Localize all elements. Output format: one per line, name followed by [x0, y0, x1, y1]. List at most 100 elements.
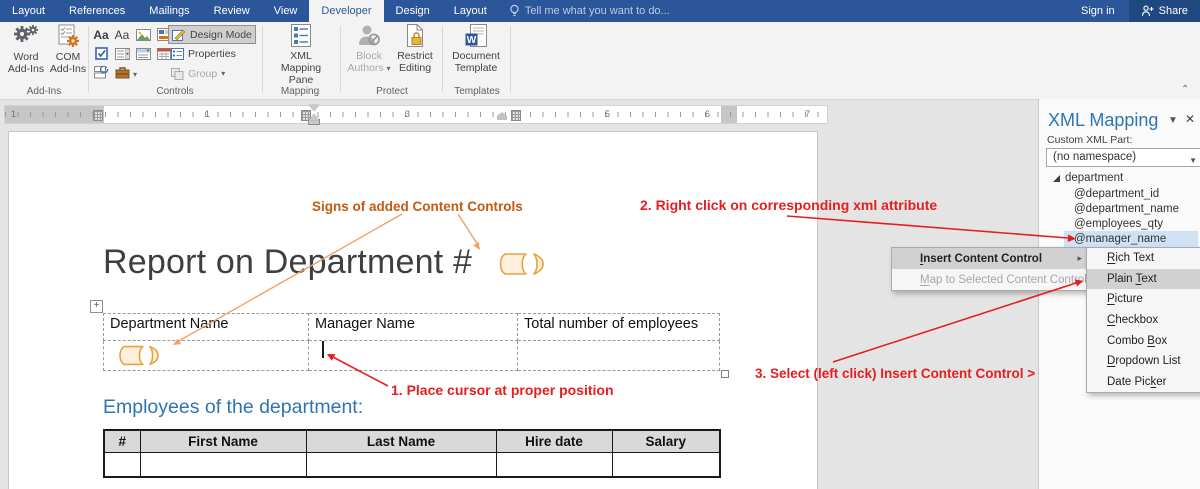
- emp-table-cell[interactable]: [103, 452, 141, 478]
- emp-table-header-cell[interactable]: Hire date: [495, 429, 613, 453]
- tab-mailings[interactable]: Mailings: [137, 0, 201, 22]
- group-label-protect: Protect: [376, 86, 408, 97]
- right-indent-marker[interactable]: [497, 112, 507, 120]
- table-resize-handle[interactable]: [721, 370, 729, 378]
- ruler-table-column-marker[interactable]: [511, 110, 521, 121]
- content-control-tag-cell[interactable]: [116, 344, 166, 367]
- share-label: Share: [1158, 5, 1188, 17]
- tree-node-department[interactable]: department: [1053, 172, 1123, 184]
- checkbox-control-icon[interactable]: [92, 46, 110, 61]
- restrict-editing-button[interactable]: Restrict Editing: [392, 24, 438, 74]
- word-window: Layout References Mailings Review View D…: [0, 0, 1200, 489]
- emp-table-header-cell[interactable]: First Name: [139, 429, 307, 453]
- group-label-text: Group: [188, 67, 218, 80]
- dept-table-cell[interactable]: [308, 340, 518, 371]
- emp-table-header-cell[interactable]: Salary: [611, 429, 721, 453]
- tree-attr-department-name[interactable]: @department_name: [1074, 203, 1179, 215]
- properties-icon: [171, 47, 184, 60]
- content-control-submenu: Rich Text Plain Text Picture Checkbox Co…: [1086, 247, 1200, 394]
- employees-heading[interactable]: Employees of the department:: [103, 396, 363, 419]
- repeating-section-control-icon[interactable]: [92, 65, 110, 80]
- tab-layout-2[interactable]: Layout: [442, 0, 499, 22]
- menu-item-insert-content-control[interactable]: Insert Content Control ▸: [892, 248, 1088, 269]
- tab-design[interactable]: Design: [384, 0, 442, 22]
- dept-table-header-cell[interactable]: Total number of employees: [517, 313, 720, 341]
- tab-view[interactable]: View: [262, 0, 310, 22]
- content-control-tag-title[interactable]: [496, 251, 552, 277]
- dropdown-list-control-icon[interactable]: [134, 46, 152, 61]
- tree-attr-employees-qty[interactable]: @employees_qty: [1074, 218, 1163, 230]
- submenu-item-date-picker[interactable]: Date Picker: [1087, 372, 1200, 393]
- word-addins-gear-icon: [14, 25, 38, 42]
- tell-me-box[interactable]: Tell me what you want to do...: [499, 0, 670, 22]
- group-button[interactable]: Group ▾: [168, 65, 228, 82]
- com-addins-button[interactable]: COM Add-Ins: [42, 24, 94, 75]
- group-separator: [510, 26, 511, 92]
- emp-table-header-cell[interactable]: Last Name: [305, 429, 497, 453]
- first-line-indent-marker[interactable]: [309, 105, 319, 111]
- emp-table-header-cell[interactable]: #: [103, 429, 141, 453]
- submenu-arrow-icon: ▸: [1077, 253, 1082, 263]
- submenu-item-rich-text[interactable]: Rich Text: [1087, 248, 1200, 269]
- ruler-number: 5: [605, 109, 611, 119]
- ruler-number: 7: [805, 109, 811, 119]
- ruler-table-column-marker[interactable]: [93, 110, 103, 121]
- combo-box-control-icon[interactable]: [113, 46, 131, 61]
- tab-review[interactable]: Review: [202, 0, 262, 22]
- tab-references[interactable]: References: [57, 0, 137, 22]
- ribbon-tab-bar: Layout References Mailings Review View D…: [0, 0, 1200, 22]
- context-menu: Insert Content Control ▸ Map to Selected…: [891, 247, 1089, 291]
- menu-item-map-to-selected[interactable]: Map to Selected Content Control: [892, 269, 1088, 290]
- tree-expand-icon[interactable]: [1053, 174, 1060, 182]
- com-addins-label: COM Add-Ins: [49, 51, 87, 76]
- properties-button[interactable]: Properties: [168, 45, 239, 62]
- legacy-tools-caret[interactable]: ▾: [130, 67, 140, 82]
- dept-table-header-cell[interactable]: Manager Name: [308, 313, 518, 341]
- hanging-indent-marker[interactable]: [308, 114, 320, 125]
- document-title-text[interactable]: Report on Department #: [103, 243, 472, 282]
- picture-control-icon[interactable]: [134, 27, 152, 42]
- custom-xml-part-dropdown[interactable]: (no namespace) ▼: [1046, 148, 1200, 167]
- tree-attr-manager-name-selected[interactable]: @manager_name: [1074, 233, 1166, 245]
- tree-attr-department-id[interactable]: @department_id: [1074, 188, 1159, 200]
- group-label-controls: Controls: [156, 86, 194, 97]
- collapse-ribbon-button[interactable]: ⌃: [1181, 84, 1189, 95]
- pane-options-caret-icon[interactable]: ▼: [1168, 115, 1178, 126]
- namespace-value: (no namespace): [1053, 151, 1137, 163]
- xml-mapping-pane-button[interactable]: XML Mapping Pane: [272, 24, 330, 86]
- document-template-button[interactable]: W Document Template: [448, 24, 504, 74]
- block-authors-icon: [359, 25, 380, 46]
- emp-table-cell[interactable]: [139, 452, 307, 478]
- ruler-number: 1: [11, 109, 17, 119]
- table-move-handle[interactable]: +: [90, 300, 103, 313]
- svg-text:W: W: [467, 35, 477, 46]
- submenu-item-dropdown-list[interactable]: Dropdown List: [1087, 351, 1200, 372]
- rich-text-control-icon[interactable]: Aa: [92, 27, 110, 42]
- submenu-item-checkbox[interactable]: Checkbox: [1087, 310, 1200, 331]
- emp-table-cell[interactable]: [495, 452, 613, 478]
- annotation-step1: 1. Place cursor at proper position: [391, 382, 614, 398]
- submenu-item-picture[interactable]: Picture: [1087, 289, 1200, 310]
- dept-table-header-cell[interactable]: Department Name: [103, 313, 309, 341]
- emp-table-cell[interactable]: [611, 452, 721, 478]
- xml-mapping-pane-title: XML Mapping: [1048, 110, 1159, 130]
- tell-me-label: Tell me what you want to do...: [524, 5, 670, 17]
- tab-developer[interactable]: Developer: [309, 0, 384, 22]
- block-authors-button[interactable]: Block Authors ▾: [346, 24, 392, 74]
- pane-close-icon[interactable]: ✕: [1185, 112, 1195, 126]
- plain-text-control-icon[interactable]: Aa: [113, 27, 131, 42]
- tab-layout-1[interactable]: Layout: [0, 0, 57, 22]
- design-mode-button[interactable]: Design Mode: [168, 25, 256, 44]
- emp-table-cell[interactable]: [305, 452, 497, 478]
- legacy-tools-icon[interactable]: [113, 65, 131, 80]
- share-button[interactable]: Share: [1128, 0, 1200, 22]
- dept-table-cell[interactable]: [517, 340, 720, 371]
- group-separator: [340, 26, 341, 92]
- submenu-item-plain-text[interactable]: Plain Text: [1087, 268, 1200, 290]
- submenu-item-combo-box[interactable]: Combo Box: [1087, 330, 1200, 351]
- sign-in-button[interactable]: Sign in: [1067, 0, 1129, 22]
- group-label-addins: Add-Ins: [26, 86, 62, 97]
- lightbulb-icon: [510, 4, 519, 17]
- group-separator: [262, 26, 263, 92]
- restrict-editing-label: Restrict Editing: [397, 50, 433, 75]
